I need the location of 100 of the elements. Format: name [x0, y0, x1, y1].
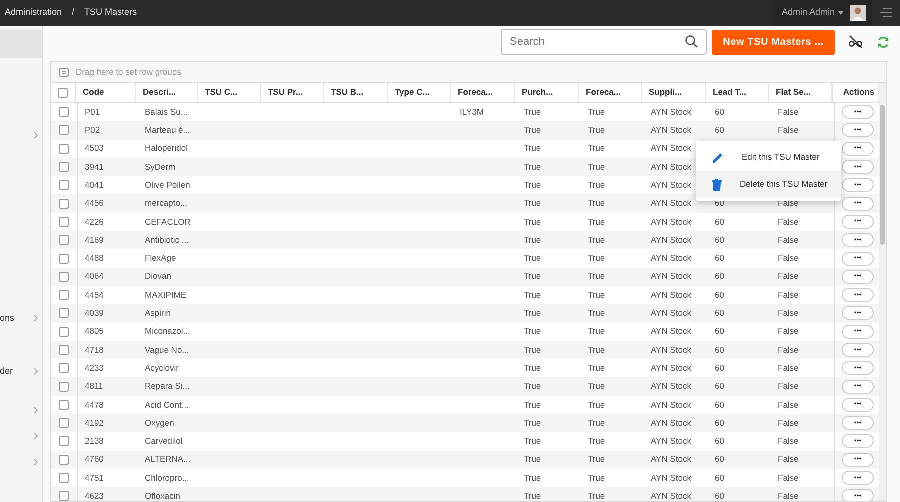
row-checkbox[interactable] [59, 491, 69, 501]
table-cell: 4064 [85, 270, 104, 284]
table-cell: AYN Stock [651, 398, 692, 412]
table-cell: AYN Stock [651, 307, 692, 320]
row-checkbox[interactable] [59, 436, 69, 446]
table-cell: True [588, 490, 606, 501]
column-header[interactable]: TSU C... [205, 86, 238, 99]
row-checkbox[interactable] [59, 326, 69, 337]
menu-icon[interactable] [880, 8, 892, 18]
chevron-right-icon [34, 368, 38, 375]
table-cell: 4233 [85, 362, 104, 375]
column-header[interactable]: Suppli... [649, 86, 682, 99]
table-cell: True [588, 216, 606, 228]
table-cell: AYN Stock [651, 325, 692, 338]
sidebar-item[interactable]: ons [0, 310, 42, 327]
table-cell: 4718 [85, 344, 104, 356]
row-checkbox[interactable] [59, 418, 69, 428]
table-cell: False [778, 234, 799, 247]
column-header[interactable]: Purch... [522, 86, 554, 99]
row-checkbox[interactable] [59, 180, 69, 190]
chevron-right-icon [34, 315, 38, 322]
table-cell: True [588, 398, 606, 412]
table-cell: False [778, 472, 799, 484]
table-cell: True [524, 288, 542, 302]
table-cell: 60 [715, 124, 724, 137]
breadcrumb-item[interactable]: Administration [5, 6, 62, 20]
row-group-hint: Drag here to set row groups [76, 66, 182, 78]
table-cell: AYN Stock [651, 252, 692, 265]
column-header[interactable]: Flat Se... [776, 86, 811, 99]
table-cell: True [524, 197, 542, 210]
chevron-right-icon [34, 132, 38, 139]
table-cell: True [524, 435, 542, 448]
menu-item[interactable]: Edit this TSU Master [696, 144, 841, 171]
row-checkbox[interactable] [59, 454, 69, 465]
table-cell: 4488 [85, 252, 104, 265]
search-icon[interactable] [685, 35, 698, 48]
row-checkbox[interactable] [59, 254, 69, 264]
menu-item[interactable]: Delete this TSU Master [696, 171, 841, 198]
row-checkbox[interactable] [59, 473, 69, 484]
table-cell: AYN Stock [651, 416, 692, 430]
row-checkbox[interactable] [59, 308, 69, 318]
column-header[interactable]: Code [83, 86, 104, 99]
row-checkbox[interactable] [59, 125, 69, 136]
table-cell: True [588, 344, 606, 356]
row-checkbox[interactable] [59, 400, 69, 410]
table-cell: AYN Stock [651, 344, 692, 356]
table-cell: False [778, 216, 799, 228]
column-header[interactable]: Descri... [143, 86, 176, 99]
row-checkbox[interactable] [59, 345, 69, 355]
table-cell: AYN Stock [651, 160, 692, 174]
table-cell: SyDerm [145, 160, 176, 174]
column-header[interactable]: Lead T... [713, 86, 747, 99]
row-checkbox[interactable] [59, 382, 69, 392]
refresh-icon[interactable] [877, 36, 890, 48]
table-cell: True [588, 197, 606, 210]
table-cell: 4041 [85, 178, 104, 192]
table-cell: 4226 [85, 216, 104, 228]
table-cell: 4805 [85, 325, 104, 338]
table-cell: AYN Stock [651, 178, 692, 192]
column-header[interactable]: TSU B... [331, 86, 364, 99]
row-checkbox[interactable] [59, 216, 69, 227]
table-cell: True [524, 106, 542, 119]
table-cell: 60 [715, 216, 724, 228]
table-cell: True [588, 307, 606, 320]
row-checkbox[interactable] [59, 162, 69, 172]
scrollbar-thumb[interactable] [880, 105, 885, 245]
table-cell: AYN Stock [651, 142, 692, 156]
table-cell: 60 [715, 398, 724, 412]
row-checkbox[interactable] [59, 235, 69, 246]
select-all-checkbox[interactable] [58, 88, 68, 98]
row-checkbox[interactable] [59, 107, 69, 118]
table-cell: 60 [715, 344, 724, 356]
avatar-icon[interactable] [850, 5, 866, 21]
table-cell: True [588, 453, 606, 466]
chevron-right-icon [34, 433, 38, 440]
column-header[interactable]: Actions [843, 86, 875, 99]
row-checkbox[interactable] [59, 198, 69, 209]
row-checkbox[interactable] [59, 290, 69, 300]
table-cell: True [524, 398, 542, 412]
table-cell: 4454 [85, 288, 104, 302]
row-checkbox[interactable] [59, 272, 69, 282]
table-cell: False [778, 252, 799, 265]
search-field[interactable]: Search [501, 29, 707, 55]
table-cell: 4751 [85, 472, 104, 484]
column-header[interactable]: Type C... [395, 86, 430, 99]
row-checkbox[interactable] [59, 144, 69, 154]
table-cell: 60 [715, 234, 724, 247]
table-cell: True [524, 252, 542, 265]
sidebar-item[interactable]: der [0, 363, 42, 380]
table-cell: True [524, 453, 542, 466]
column-header[interactable]: Foreca... [586, 86, 621, 99]
table-cell: 4192 [85, 416, 104, 430]
table-cell: True [588, 270, 606, 284]
column-header[interactable]: TSU Pr... [268, 86, 303, 99]
table-cell: True [588, 160, 606, 174]
table-cell: False [778, 398, 799, 412]
table-cell: 60 [715, 472, 724, 484]
column-header[interactable]: Foreca... [458, 86, 493, 99]
table-cell: False [778, 490, 799, 501]
row-checkbox[interactable] [59, 363, 69, 374]
